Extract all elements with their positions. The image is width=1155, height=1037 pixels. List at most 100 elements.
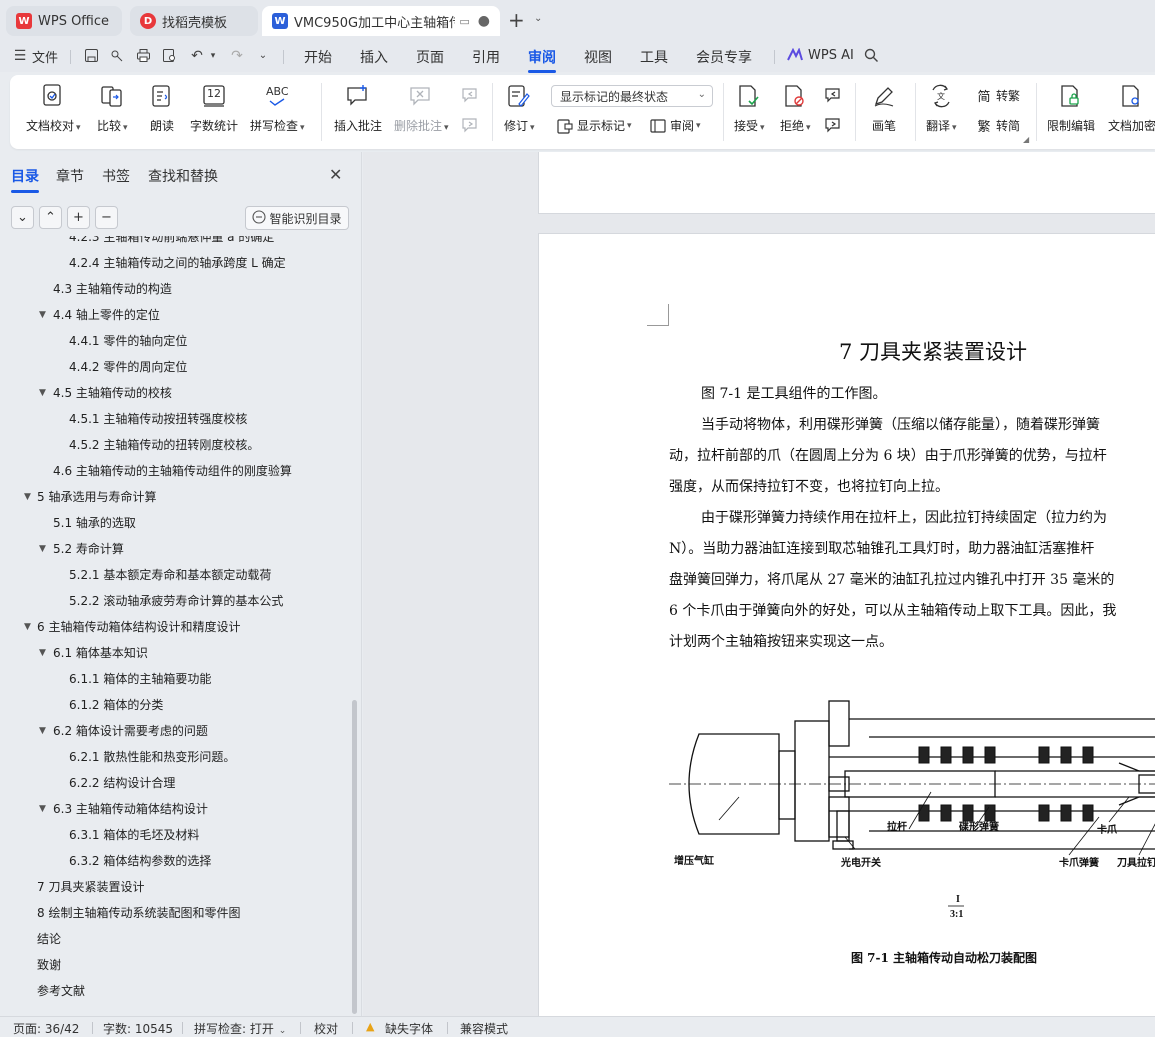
- customize-chevron-icon[interactable]: ⌄: [255, 48, 271, 64]
- ribbon-group-expand-icon[interactable]: ◢: [1023, 135, 1029, 144]
- chevron-down-icon[interactable]: ⌄: [534, 13, 542, 24]
- toc-item[interactable]: 6.1.1 箱体的主轴箱要功能: [0, 666, 350, 692]
- status-missing-font[interactable]: 缺失字体: [385, 1020, 433, 1037]
- expand-up-button[interactable]: ⌃: [39, 206, 62, 229]
- compare-button[interactable]: 比较 ▾: [97, 83, 128, 134]
- body-text-line[interactable]: 图 7-1 是工具组件的工作图。: [701, 379, 886, 410]
- toc-item[interactable]: ▼ 4.5 主轴箱传动的校核: [0, 380, 350, 406]
- toc-item[interactable]: 4.4.2 零件的周向定位: [0, 354, 350, 380]
- new-tab-icon[interactable]: +: [508, 8, 525, 32]
- body-text-line[interactable]: 盘弹簧回弹力，将爪尾从 27 毫米的油缸孔拉过内锥孔中打开 35 毫米的: [669, 565, 1114, 596]
- body-text-line[interactable]: 动，拉杆前部的爪（在圆周上分为 6 块）由于爪形弹簧的优势，与拉杆: [669, 441, 1107, 472]
- spell-check-button[interactable]: ABC 拼写检查 ▾: [250, 83, 305, 134]
- expand-caret-icon[interactable]: ▼: [24, 484, 31, 510]
- document-canvas[interactable]: 7 刀具夹紧装置设计 图 7-1 是工具组件的工作图。 当手动将物体，利用碟形弹簧…: [363, 152, 1155, 1016]
- toc-item[interactable]: ▼ 5.2 寿命计算: [0, 536, 350, 562]
- toc-item[interactable]: 6.2.1 散热性能和热变形问题。: [0, 744, 350, 770]
- toc-item[interactable]: 致谢: [0, 952, 350, 978]
- print-preview-icon[interactable]: [161, 48, 177, 64]
- body-text-line[interactable]: 由于碟形弹簧力持续作用在拉杆上，因此拉钉持续固定（拉力约为: [701, 503, 1107, 534]
- show-markup-button[interactable]: 显示标记 ▾: [557, 117, 632, 134]
- toc-item[interactable]: ▼ 6.3 主轴箱传动箱体结构设计: [0, 796, 350, 822]
- toc-item[interactable]: 5.2.1 基本额定寿命和基本额定动载荷: [0, 562, 350, 588]
- redo-icon[interactable]: ↷: [229, 48, 245, 64]
- toc-item[interactable]: 4.2.4 主轴箱传动之间的轴承跨度 L 确定: [0, 250, 350, 276]
- toc-item[interactable]: 结论: [0, 926, 350, 952]
- remove-heading-button[interactable]: −: [95, 206, 118, 229]
- status-word-count[interactable]: 字数: 10545: [103, 1020, 173, 1037]
- menu-icon[interactable]: ☰: [12, 48, 28, 64]
- reject-button[interactable]: 拒绝 ▾: [780, 83, 811, 134]
- chapter-heading[interactable]: 7 刀具夹紧装置设计: [839, 336, 1027, 366]
- tab-current-document[interactable]: W VMC950G加工中心主轴箱传动 ▭ ●: [262, 6, 500, 36]
- prev-comment-icon[interactable]: [462, 87, 480, 103]
- add-heading-button[interactable]: +: [67, 206, 90, 229]
- to-traditional-button[interactable]: 简 转繁: [976, 87, 1020, 105]
- delete-comment-button[interactable]: 删除批注 ▾: [394, 83, 449, 134]
- prev-change-icon[interactable]: [825, 87, 843, 103]
- undo-icon[interactable]: ↶: [189, 48, 205, 64]
- next-change-icon[interactable]: [825, 117, 843, 133]
- status-spell-check[interactable]: 拼写检查: 打开 ⌄: [194, 1020, 286, 1037]
- toc-item[interactable]: ▼ 4.4 轴上零件的定位: [0, 302, 350, 328]
- body-text-line[interactable]: 6 个卡爪由于弹簧向外的好处，可以从主轴箱传动上取下工具。因此，我: [669, 596, 1116, 627]
- accept-button[interactable]: 接受 ▾: [734, 83, 765, 134]
- menu-view[interactable]: 视图: [584, 47, 612, 67]
- page-previous[interactable]: [538, 152, 1155, 214]
- translate-button[interactable]: 文 翻译 ▾: [926, 83, 957, 134]
- menu-member[interactable]: 会员专享: [696, 47, 752, 67]
- toc-item[interactable]: ▼ 5 轴承选用与寿命计算: [0, 484, 350, 510]
- toc-item[interactable]: 5.2.2 滚动轴承疲劳寿命计算的基本公式: [0, 588, 350, 614]
- share-icon[interactable]: [109, 48, 125, 64]
- toc-item[interactable]: ▼ 6.1 箱体基本知识: [0, 640, 350, 666]
- print-icon[interactable]: [135, 48, 151, 64]
- nav-tab-toc[interactable]: 目录: [11, 166, 39, 193]
- toc-item[interactable]: 6.2.2 结构设计合理: [0, 770, 350, 796]
- expand-caret-icon[interactable]: ▼: [39, 302, 46, 328]
- undo-dropdown-icon[interactable]: ▾: [205, 48, 221, 64]
- nav-tab-find-replace[interactable]: 查找和替换: [148, 166, 218, 186]
- menu-file[interactable]: 文件: [32, 47, 58, 66]
- close-icon[interactable]: ✕: [329, 165, 342, 184]
- toc-item[interactable]: 6.3.1 箱体的毛坯及材料: [0, 822, 350, 848]
- toc-item[interactable]: 4.5.2 主轴箱传动的扭转刚度校核。: [0, 432, 350, 458]
- toc-scrollbar-thumb[interactable]: [352, 700, 357, 1014]
- nav-tab-bookmarks[interactable]: 书签: [102, 166, 130, 186]
- insert-comment-button[interactable]: 插入批注: [334, 83, 382, 134]
- expand-caret-icon[interactable]: ▼: [24, 614, 31, 640]
- toc-item[interactable]: 参考文献: [0, 978, 350, 1004]
- menu-tools[interactable]: 工具: [640, 47, 668, 67]
- word-count-button[interactable]: 12 字数统计: [190, 83, 238, 134]
- markup-mode-select[interactable]: 显示标记的最终状态 ⌄: [551, 85, 713, 107]
- tab-dot-icon[interactable]: ●: [478, 13, 490, 29]
- save-icon[interactable]: [83, 48, 99, 64]
- doc-check-button[interactable]: 文档校对 ▾: [26, 83, 81, 134]
- toc-item[interactable]: 4.2.3 主轴箱传动前端悬伸量 a 的确定: [0, 236, 350, 250]
- to-simplified-button[interactable]: 繁 转简: [976, 117, 1020, 135]
- expand-caret-icon[interactable]: ▼: [39, 640, 46, 666]
- body-text-line[interactable]: 当手动将物体，利用碟形弹簧（压缩以储存能量），随着碟形弹簧: [701, 410, 1100, 441]
- menu-references[interactable]: 引用: [472, 47, 500, 67]
- body-text-line[interactable]: 强度，从而保持拉钉不变，也将拉钉向上拉。: [669, 472, 949, 503]
- toc-item[interactable]: ▼ 6 主轴箱传动箱体结构设计和精度设计: [0, 614, 350, 640]
- restrict-edit-button[interactable]: 限制编辑: [1047, 83, 1095, 134]
- nav-tab-sections[interactable]: 章节: [56, 166, 84, 186]
- toc-item[interactable]: 4.3 主轴箱传动的构造: [0, 276, 350, 302]
- tab-docer-templates[interactable]: D 找稻壳模板: [130, 6, 258, 36]
- read-aloud-button[interactable]: 朗读: [149, 83, 175, 134]
- expand-caret-icon[interactable]: ▼: [39, 796, 46, 822]
- status-page[interactable]: 页面: 36/42: [13, 1020, 79, 1037]
- toc-item[interactable]: 4.5.1 主轴箱传动按扭转强度校核: [0, 406, 350, 432]
- menu-page[interactable]: 页面: [416, 47, 444, 67]
- smart-toc-button[interactable]: 智能识别目录: [245, 206, 349, 230]
- doc-encrypt-button[interactable]: 文档加密: [1108, 83, 1155, 134]
- expand-caret-icon[interactable]: ▼: [39, 536, 46, 562]
- review-pane-button[interactable]: 审阅 ▾: [650, 117, 701, 134]
- status-proofread[interactable]: 校对: [314, 1020, 338, 1037]
- toc-item[interactable]: 7 刀具夹紧装置设计: [0, 874, 350, 900]
- expand-caret-icon[interactable]: ▼: [39, 718, 46, 744]
- body-text-line[interactable]: N）。当助力器油缸连接到取芯轴锥孔工具灯时，助力器油缸活塞推杆: [669, 534, 1094, 565]
- search-icon[interactable]: [863, 48, 879, 64]
- menu-wps-ai[interactable]: WPS AI: [808, 48, 854, 63]
- next-comment-icon[interactable]: [462, 117, 480, 133]
